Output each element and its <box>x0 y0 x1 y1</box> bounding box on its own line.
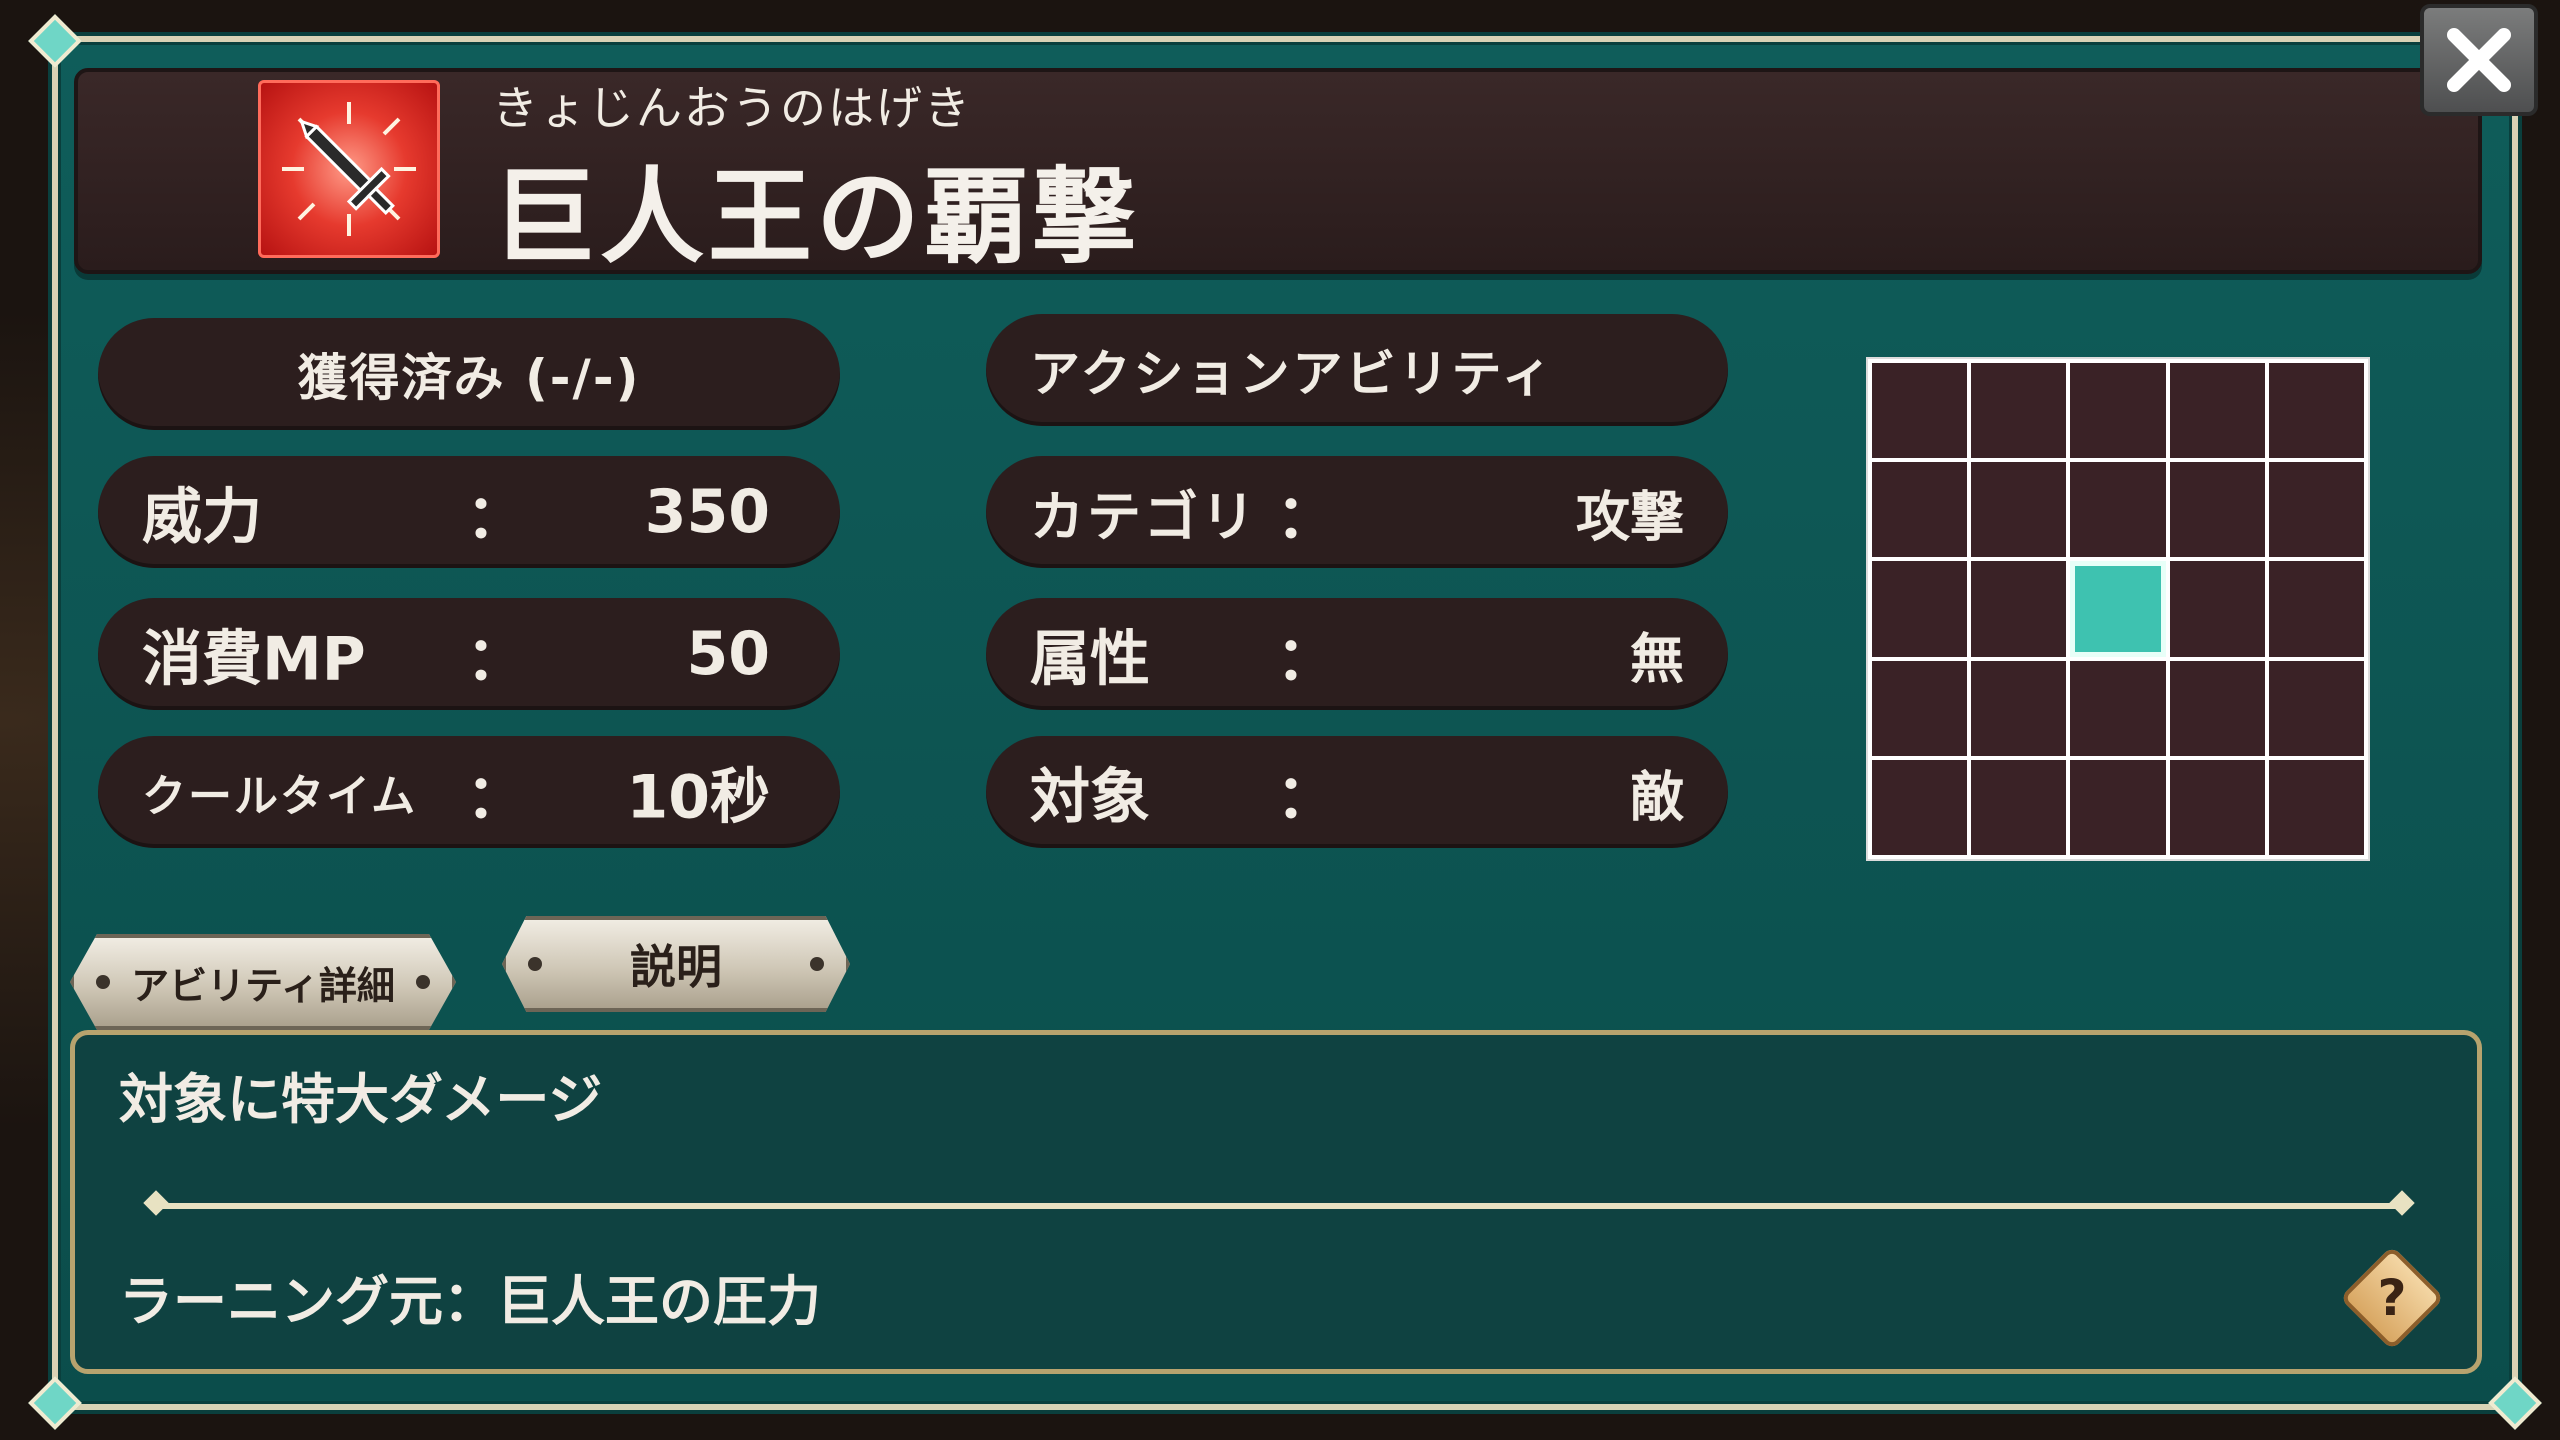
range-cell <box>1971 363 2067 459</box>
range-cell <box>2070 759 2166 855</box>
stat-category: カテゴリ ： 攻撃 <box>986 456 1728 568</box>
range-cell <box>2070 660 2166 756</box>
range-cell <box>1872 363 1968 459</box>
close-button[interactable] <box>2420 4 2538 116</box>
acquired-status: 獲得済み (-/-) <box>297 349 641 407</box>
range-cell <box>2268 363 2364 459</box>
range-cell <box>2169 363 2265 459</box>
description-label: 説明 <box>630 940 722 994</box>
stat-value: 攻撃 <box>1576 485 1684 549</box>
ability-detail-label: アビリティ詳細 <box>131 963 395 1008</box>
description-button[interactable]: 説明 <box>502 916 850 1012</box>
description-panel: 対象に特大ダメージ ラーニング元：巨人王の圧力 ? <box>70 1030 2482 1374</box>
stat-colon: ： <box>1276 482 1336 553</box>
stat-value: 350 <box>644 477 770 547</box>
ability-type-pill: アクションアビリティ <box>986 314 1728 426</box>
stat-label: クールタイム <box>142 771 418 822</box>
stat-label: 消費MP <box>142 624 366 695</box>
range-cell <box>2268 759 2364 855</box>
stat-label: 対象 <box>1030 762 1150 833</box>
stat-colon: ： <box>466 482 526 553</box>
stat-colon: ： <box>1276 624 1336 695</box>
stat-colon: ： <box>466 624 526 695</box>
ability-type: アクションアビリティ <box>1030 345 1555 403</box>
range-cell <box>1971 759 2067 855</box>
range-cell <box>2169 759 2265 855</box>
close-icon <box>2447 28 2511 92</box>
range-cell <box>2268 660 2364 756</box>
stat-colon: ： <box>1276 762 1336 833</box>
stat-label: 威力 <box>142 482 262 553</box>
range-cell <box>1971 561 2067 657</box>
range-cell <box>2070 363 2166 459</box>
learning-source: ラーニング元：巨人王の圧力 <box>119 1270 821 1333</box>
stat-target: 対象 ： 敵 <box>986 736 1728 848</box>
button-rivet <box>96 975 110 989</box>
stat-power: 威力 ： 350 <box>98 456 840 568</box>
stat-mp-cost: 消費MP ： 50 <box>98 598 840 710</box>
stat-value: 50 <box>686 619 771 689</box>
description-text: 対象に特大ダメージ <box>119 1068 603 1131</box>
range-cell <box>1872 660 1968 756</box>
ability-detail-button[interactable]: アビリティ詳細 <box>70 934 456 1030</box>
help-button[interactable]: ? <box>2339 1245 2445 1351</box>
stat-cooldown: クールタイム ： 10秒 <box>98 736 840 848</box>
stat-label: カテゴリ <box>1030 485 1258 549</box>
question-icon: ? <box>2377 1269 2407 1327</box>
range-cell <box>1872 462 1968 558</box>
stat-label: 属性 <box>1030 624 1150 695</box>
range-cell <box>1872 759 1968 855</box>
range-grid <box>1866 357 2370 861</box>
button-rivet <box>810 957 824 971</box>
button-rivet <box>416 975 430 989</box>
range-cell <box>2070 462 2166 558</box>
range-cell-active <box>2070 561 2166 657</box>
range-cell <box>2169 462 2265 558</box>
acquired-status-pill: 獲得済み (-/-) <box>98 318 840 430</box>
range-cell <box>2169 561 2265 657</box>
stat-element: 属性 ： 無 <box>986 598 1728 710</box>
range-cell <box>1971 462 2067 558</box>
range-cell <box>2169 660 2265 756</box>
range-cell <box>2268 462 2364 558</box>
stat-value: 無 <box>1630 627 1684 691</box>
range-cell <box>1872 561 1968 657</box>
skill-ruby: きょじんおうのはげき <box>492 81 972 135</box>
range-cell <box>2268 561 2364 657</box>
divider-line <box>157 1203 2401 1209</box>
range-cell <box>1971 660 2067 756</box>
skill-name: 巨人王の覇撃 <box>492 156 1141 278</box>
stat-value: 10秒 <box>626 762 771 833</box>
button-rivet <box>528 957 542 971</box>
stat-value: 敵 <box>1630 765 1684 829</box>
sword-burst-icon <box>258 80 440 258</box>
stat-colon: ： <box>466 762 526 833</box>
